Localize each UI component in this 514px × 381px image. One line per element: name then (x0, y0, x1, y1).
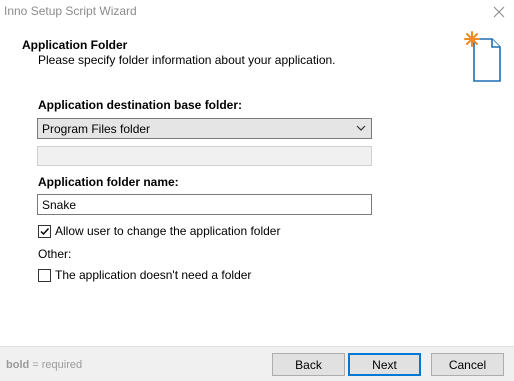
custom-folder-field (37, 146, 372, 166)
back-button[interactable]: Back (272, 353, 345, 376)
title-bar: Inno Setup Script Wizard (0, 0, 514, 24)
allow-change-checkbox[interactable] (38, 224, 51, 238)
no-folder-checkbox[interactable] (38, 268, 51, 282)
wizard-window: Inno Setup Script Wizard Application Fol… (0, 0, 514, 381)
wizard-content: Application destination base folder: Pro… (0, 88, 514, 338)
page-subtitle: Please specify folder information about … (38, 53, 336, 67)
chevron-down-icon (356, 125, 366, 131)
folder-name-field-wrapper (37, 194, 372, 215)
base-folder-select[interactable]: Program Files folder (37, 118, 372, 139)
no-folder-checkbox-row[interactable]: The application doesn't need a folder (38, 268, 251, 282)
next-button[interactable]: Next (348, 353, 421, 376)
cancel-button[interactable]: Cancel (431, 353, 504, 376)
required-hint-bold: bold (6, 359, 30, 371)
no-folder-label: The application doesn't need a folder (55, 268, 252, 282)
wizard-footer: bold = required Back Next Cancel (0, 346, 514, 381)
allow-change-checkbox-row[interactable]: Allow user to change the application fol… (38, 224, 280, 238)
wizard-header: Application Folder Please specify folder… (0, 24, 514, 88)
other-label: Other: (38, 247, 72, 261)
required-hint-text: = required (29, 359, 83, 371)
folder-name-input[interactable] (38, 195, 371, 214)
close-button[interactable] (484, 0, 514, 24)
folder-name-label: Application folder name: (38, 175, 179, 189)
close-icon (493, 6, 505, 18)
new-file-sparkle-icon (464, 31, 501, 82)
window-title: Inno Setup Script Wizard (4, 4, 137, 18)
allow-change-label: Allow user to change the application fol… (55, 224, 281, 238)
check-icon (40, 227, 50, 235)
base-folder-select-value: Program Files folder (42, 122, 151, 136)
page-title: Application Folder (22, 38, 128, 52)
base-folder-label: Application destination base folder: (38, 98, 243, 112)
required-hint: bold = required (6, 359, 82, 371)
